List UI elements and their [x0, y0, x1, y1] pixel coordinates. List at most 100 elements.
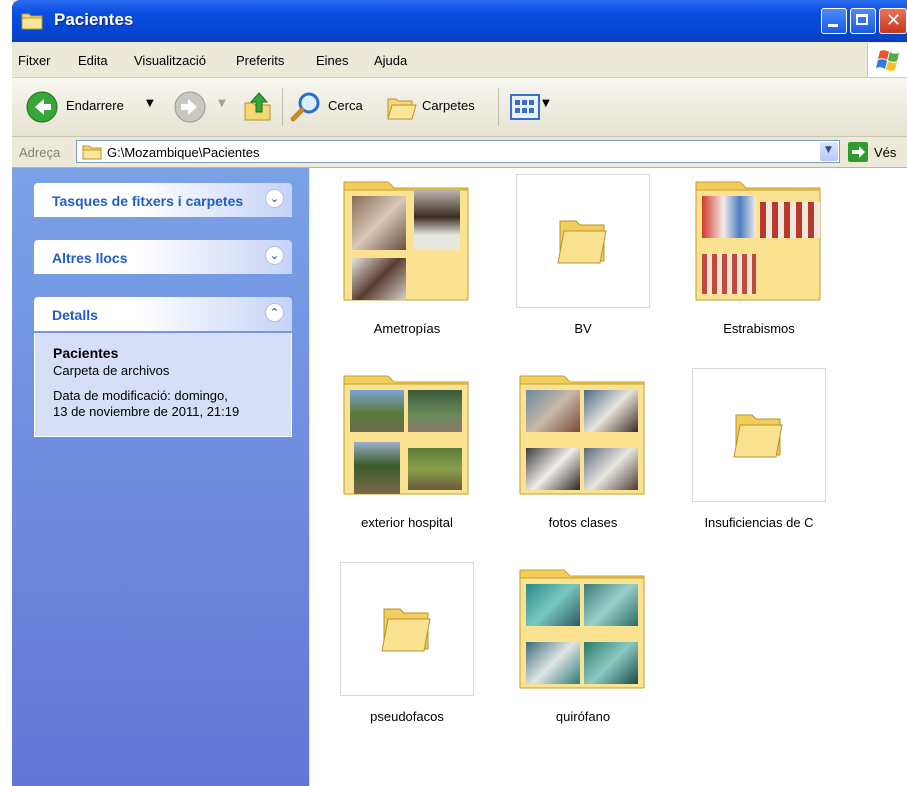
- up-folder-icon[interactable]: [242, 89, 274, 123]
- chevron-down-icon: ▼: [825, 145, 832, 155]
- panel-title: Detalls: [52, 307, 98, 323]
- photo-thumbnail: [408, 448, 462, 490]
- address-label: Adreça: [19, 145, 61, 160]
- address-path: G:\Mozambique\Pacientes: [107, 145, 260, 160]
- folder-name[interactable]: Estrabismos: [682, 321, 836, 336]
- collapse-chevron-icon[interactable]: ⌃: [265, 303, 284, 322]
- title-bar[interactable]: Pacientes ✕: [12, 0, 907, 42]
- folder-thumbnail[interactable]: [692, 368, 826, 502]
- photo-thumbnail: [584, 390, 638, 432]
- address-dropdown-button[interactable]: ▼: [820, 142, 838, 161]
- folder-name[interactable]: quirófano: [506, 709, 660, 724]
- folder-view: Ametropías BV Estrabismos exterior hospi…: [310, 168, 907, 786]
- minimize-button[interactable]: [821, 8, 847, 34]
- photo-thumbnail: [702, 254, 756, 294]
- folder-item[interactable]: Estrabismos: [682, 174, 832, 354]
- folder-item[interactable]: fotos clases: [506, 368, 656, 548]
- maximize-button[interactable]: [850, 8, 876, 34]
- views-icon[interactable]: [510, 93, 540, 121]
- toolbar-separator: [498, 88, 499, 126]
- go-label[interactable]: Vés: [874, 145, 896, 160]
- close-button[interactable]: ✕: [879, 8, 907, 34]
- menu-fitxer[interactable]: Fitxer: [18, 53, 51, 68]
- folder-thumbnail[interactable]: [516, 368, 650, 502]
- toolbar: Endarrere ▼ ▼ Cerca Carpetes ▼: [12, 78, 907, 137]
- folder-thumbnail[interactable]: [692, 174, 826, 308]
- folder-icon: [82, 145, 102, 160]
- menu-preferits[interactable]: Preferits: [236, 53, 284, 68]
- panel-other-places[interactable]: Altres llocs ⌄: [34, 240, 292, 274]
- photo-thumbnail: [584, 448, 638, 490]
- photo-thumbnail: [584, 642, 638, 684]
- folder-icon: [381, 608, 431, 652]
- panel-file-tasks[interactable]: Tasques de fitxers i carpetes ⌄: [34, 183, 292, 217]
- forward-dropdown-icon[interactable]: ▼: [218, 98, 226, 109]
- search-icon[interactable]: [290, 91, 322, 123]
- panel-details[interactable]: Detalls ⌃: [34, 297, 292, 331]
- menu-ajuda[interactable]: Ajuda: [374, 53, 407, 68]
- folder-item[interactable]: BV: [506, 174, 656, 354]
- window-title: Pacientes: [54, 10, 134, 29]
- expand-chevron-icon[interactable]: ⌄: [265, 189, 284, 208]
- folder-thumbnail[interactable]: [340, 562, 474, 696]
- details-modified: Data de modificació: domingo,: [53, 388, 228, 403]
- go-arrow-icon: [852, 146, 865, 158]
- details-body: Pacientes Carpeta de archivos Data de mo…: [34, 333, 292, 437]
- photo-thumbnail: [760, 202, 820, 238]
- address-bar: Adreça G:\Mozambique\Pacientes ▼ Vés: [12, 137, 907, 168]
- views-dropdown-icon[interactable]: ▼: [542, 98, 550, 109]
- search-button-label[interactable]: Cerca: [328, 98, 363, 113]
- photo-thumbnail: [352, 196, 406, 250]
- folder-icon: [21, 13, 43, 30]
- photo-thumbnail: [702, 196, 756, 238]
- folder-item[interactable]: quirófano: [506, 562, 656, 742]
- folder-item[interactable]: pseudofacos: [330, 562, 480, 742]
- expand-chevron-icon[interactable]: ⌄: [265, 246, 284, 265]
- back-arrow-icon[interactable]: [26, 91, 58, 123]
- folder-item[interactable]: exterior hospital: [330, 368, 480, 548]
- folder-icon: [557, 220, 607, 264]
- folder-name[interactable]: Insuficiencias de C: [682, 515, 836, 530]
- photo-thumbnail: [354, 442, 400, 494]
- close-icon: ✕: [886, 10, 902, 31]
- photo-thumbnail: [526, 448, 580, 490]
- photo-thumbnail: [408, 390, 462, 432]
- menu-edita[interactable]: Edita: [78, 53, 108, 68]
- menu-bar: Fitxer Edita Visualització Preferits Ein…: [12, 43, 907, 78]
- folders-button-label[interactable]: Carpetes: [422, 98, 475, 113]
- address-input[interactable]: G:\Mozambique\Pacientes ▼: [76, 140, 840, 163]
- folder-item[interactable]: Insuficiencias de C: [682, 368, 832, 548]
- folder-icon: [733, 414, 783, 458]
- details-modified-date: 13 de noviembre de 2011, 21:19: [53, 404, 240, 419]
- windows-logo-icon: [867, 43, 907, 77]
- back-dropdown-icon[interactable]: ▼: [146, 98, 154, 109]
- folder-thumbnail[interactable]: [516, 562, 650, 696]
- photo-thumbnail: [584, 584, 638, 626]
- photo-thumbnail: [526, 584, 580, 626]
- details-type: Carpeta de archivos: [53, 363, 170, 378]
- menu-eines[interactable]: Eines: [316, 53, 349, 68]
- toolbar-separator: [282, 88, 283, 126]
- folder-name[interactable]: exterior hospital: [330, 515, 484, 530]
- folder-thumbnail[interactable]: [340, 368, 474, 502]
- photo-thumbnail: [350, 390, 404, 432]
- folder-item[interactable]: Ametropías: [330, 174, 480, 354]
- forward-arrow-icon[interactable]: [174, 91, 206, 123]
- photo-thumbnail: [526, 390, 580, 432]
- back-button-label[interactable]: Endarrere: [66, 98, 124, 113]
- folder-name[interactable]: BV: [506, 321, 660, 336]
- photo-thumbnail: [526, 642, 580, 684]
- folder-name[interactable]: Ametropías: [330, 321, 484, 336]
- folder-thumbnail[interactable]: [340, 174, 474, 308]
- folder-name[interactable]: fotos clases: [506, 515, 660, 530]
- panel-title: Altres llocs: [52, 250, 128, 266]
- photo-thumbnail: [352, 258, 406, 300]
- folder-name[interactable]: pseudofacos: [330, 709, 484, 724]
- menu-visualitzacio[interactable]: Visualització: [134, 53, 206, 68]
- explorer-window: Pacientes ✕ Fitxer Edita Visualització P…: [12, 0, 907, 786]
- folders-icon[interactable]: [386, 91, 418, 123]
- folder-thumbnail[interactable]: [516, 174, 650, 308]
- go-button[interactable]: [848, 142, 868, 162]
- panel-title: Tasques de fitxers i carpetes: [52, 193, 244, 209]
- details-name: Pacientes: [53, 345, 119, 361]
